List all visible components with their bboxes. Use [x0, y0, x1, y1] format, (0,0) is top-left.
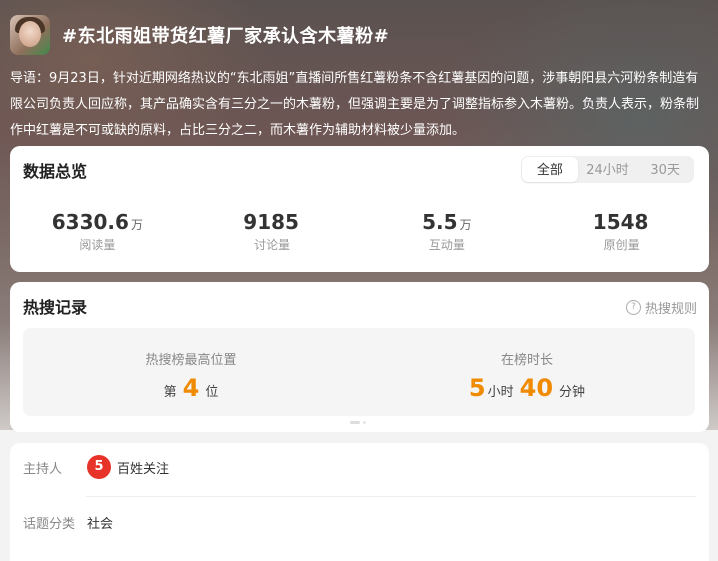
stat-unit: 万 — [130, 218, 143, 232]
on-list-duration: 在榜时长 5 小时 40 分钟 — [359, 328, 695, 402]
avatar-face — [19, 21, 41, 47]
hot-search-title: 热搜记录 — [23, 298, 88, 317]
stat-unit: 万 — [459, 218, 472, 232]
duration-minutes: 40 — [519, 374, 554, 402]
tab-30d[interactable]: 30天 — [637, 157, 693, 182]
stat-label: 原创量 — [603, 238, 640, 252]
host-name[interactable]: 百姓关注 — [117, 458, 169, 477]
category-row: 话题分类 社会 — [23, 513, 113, 532]
stat-originals: 1548 原创量 — [534, 210, 709, 253]
stat-discussions: 9185 讨论量 — [185, 210, 360, 253]
stats-overview-card: 数据总览 全部 24小时 30天 6330.6 万 阅读量 9185 讨论量 5.… — [10, 146, 709, 272]
stats-title: 数据总览 — [23, 162, 88, 181]
duration-value: 5 小时 40 分钟 — [468, 374, 586, 402]
stat-value: 1548 — [592, 210, 649, 234]
duration-label: 在榜时长 — [500, 353, 553, 368]
hot-search-panel: 热搜榜最高位置 第4位 在榜时长 5 小时 40 分钟 — [23, 328, 695, 416]
topic-info-card: 主持人 5 百姓关注 话题分类 社会 — [10, 443, 709, 561]
stat-value: 6330.6 万 — [51, 210, 143, 234]
hot-search-rules-link[interactable]: ? 热搜规则 — [625, 298, 697, 317]
peak-position-label: 热搜榜最高位置 — [145, 353, 237, 368]
hot-search-rules-label: 热搜规则 — [644, 302, 697, 317]
question-icon: ? — [625, 300, 641, 315]
pager-dot-active — [350, 421, 360, 424]
stat-label: 讨论量 — [254, 238, 291, 252]
stat-interactions: 5.5 万 互动量 — [360, 210, 535, 253]
peak-position-value: 第4位 — [163, 374, 219, 402]
stat-label: 互动量 — [428, 238, 465, 252]
tab-all[interactable]: 全部 — [522, 157, 578, 182]
category-label: 话题分类 — [23, 517, 76, 532]
carousel-pager — [350, 421, 369, 424]
tab-24h[interactable]: 24小时 — [580, 157, 636, 182]
host-label: 主持人 — [23, 461, 63, 477]
hot-search-card: 热搜记录 ? 热搜规则 热搜榜最高位置 第4位 在榜时长 5 小时 40 分钟 — [10, 282, 709, 432]
stat-reads: 6330.6 万 阅读量 — [10, 210, 185, 253]
stat-value: 9185 — [243, 210, 299, 234]
divider — [86, 496, 696, 497]
peak-rank-number: 4 — [182, 374, 200, 402]
category-value: 社会 — [87, 517, 114, 532]
topic-header: #东北雨姐带货红薯厂家承认含木薯粉# — [10, 14, 389, 56]
host-logo-icon[interactable]: 5 — [87, 455, 111, 479]
host-row: 主持人 5 百姓关注 — [23, 455, 169, 479]
topic-intro: 导语：9月23日，针对近期网络热议的“东北雨姐”直播间所售红薯粉条不含红薯基因的… — [10, 71, 700, 138]
stat-label: 阅读量 — [79, 238, 116, 252]
pager-dot — [363, 421, 366, 424]
topic-title: #东北雨姐带货红薯厂家承认含木薯粉# — [62, 26, 390, 47]
stats-row: 6330.6 万 阅读量 9185 讨论量 5.5 万 互动量 1548 原创量 — [10, 210, 709, 253]
peak-position: 热搜榜最高位置 第4位 — [23, 328, 359, 402]
duration-hours: 5 — [468, 374, 486, 402]
time-range-tabs: 全部 24小时 30天 — [521, 156, 694, 183]
stat-value: 5.5 万 — [422, 210, 472, 234]
host-avatar[interactable] — [10, 15, 50, 55]
